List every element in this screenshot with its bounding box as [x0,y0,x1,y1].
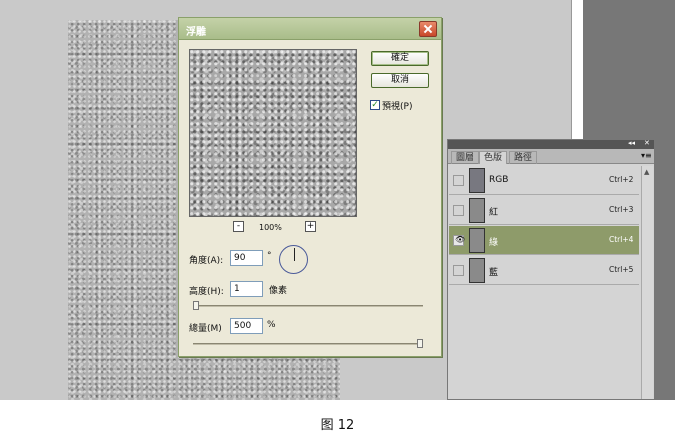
tab-layers[interactable]: 圖層 [451,151,480,164]
tab-paths[interactable]: 路徑 [509,151,538,164]
channel-thumbnail [469,198,485,223]
height-label: 高度(H): [189,287,224,297]
amount-slider[interactable] [193,339,423,348]
channel-name: 綠 [489,238,499,248]
channel-row-blue[interactable]: 藍 Ctrl+5 [449,256,639,285]
panel-scrollbar[interactable]: ▲ [641,166,653,399]
channel-row-red[interactable]: 紅 Ctrl+3 [449,196,639,225]
collapse-icon[interactable]: ◂◂ [628,139,635,147]
channel-name: 藍 [489,268,499,278]
tab-channels[interactable]: 色版 [479,151,508,164]
amount-label: 總量(M) [189,324,222,334]
zoom-in-button[interactable]: + [305,221,316,232]
visibility-toggle[interactable]: 👁 [453,235,466,246]
channel-shortcut: Ctrl+5 [609,265,634,274]
workspace: 浮雕 - 100% + 確定 取消 ✓ 預視(P) 角度(A): 90 ° 高度… [0,0,675,400]
channel-thumbnail [469,258,485,283]
scroll-up-icon[interactable]: ▲ [644,168,649,176]
angle-dial[interactable] [279,245,308,274]
visibility-toggle[interactable] [453,205,464,216]
panel-header[interactable]: ◂◂ ✕ [448,139,654,149]
amount-slider-thumb[interactable] [417,339,423,348]
angle-label: 角度(A): [189,256,224,266]
cancel-button[interactable]: 取消 [371,73,429,88]
close-icon[interactable]: ✕ [644,139,650,147]
panel-tabbar: 圖層 色版 路徑 ▾≡ [448,149,654,164]
channel-name: RGB [489,175,509,185]
workspace-divider [571,0,583,140]
channel-shortcut: Ctrl+4 [609,235,634,244]
eye-icon: 👁 [455,235,466,244]
channel-row-green[interactable]: 👁 綠 Ctrl+4 [449,226,639,255]
visibility-toggle[interactable] [453,175,464,186]
zoom-level: 100% [259,223,282,232]
amount-unit: % [267,320,276,330]
angle-dial-hand [294,248,295,261]
angle-unit: ° [267,251,272,261]
zoom-out-button[interactable]: - [233,221,244,232]
angle-input[interactable]: 90 [230,250,263,266]
close-icon[interactable] [419,21,437,37]
preview-label: 預視(P) [382,102,413,112]
height-slider-thumb[interactable] [193,301,199,310]
height-unit: 像素 [269,286,288,296]
channel-thumbnail [469,168,485,193]
amount-input[interactable]: 500 [230,318,263,334]
filter-preview[interactable] [189,49,357,217]
ok-button[interactable]: 確定 [371,51,429,66]
height-slider[interactable] [193,301,423,310]
figure-caption: 图 12 [320,418,355,433]
channel-row-rgb[interactable]: RGB Ctrl+2 [449,166,639,195]
channel-shortcut: Ctrl+2 [609,175,634,184]
visibility-toggle[interactable] [453,265,464,276]
channels-panel: ◂◂ ✕ 圖層 色版 路徑 ▾≡ RGB Ctrl+2 紅 Ctrl+3 👁 綠… [447,139,655,400]
channel-thumbnail [469,228,485,253]
preview-checkbox[interactable]: ✓ [370,100,380,110]
emboss-dialog: 浮雕 - 100% + 確定 取消 ✓ 預視(P) 角度(A): 90 ° 高度… [178,17,442,357]
channel-shortcut: Ctrl+3 [609,205,634,214]
dialog-titlebar[interactable]: 浮雕 [179,18,441,40]
panel-menu-icon[interactable]: ▾≡ [641,151,652,160]
dialog-title: 浮雕 [186,27,206,38]
height-input[interactable]: 1 [230,281,263,297]
channel-name: 紅 [489,208,499,218]
